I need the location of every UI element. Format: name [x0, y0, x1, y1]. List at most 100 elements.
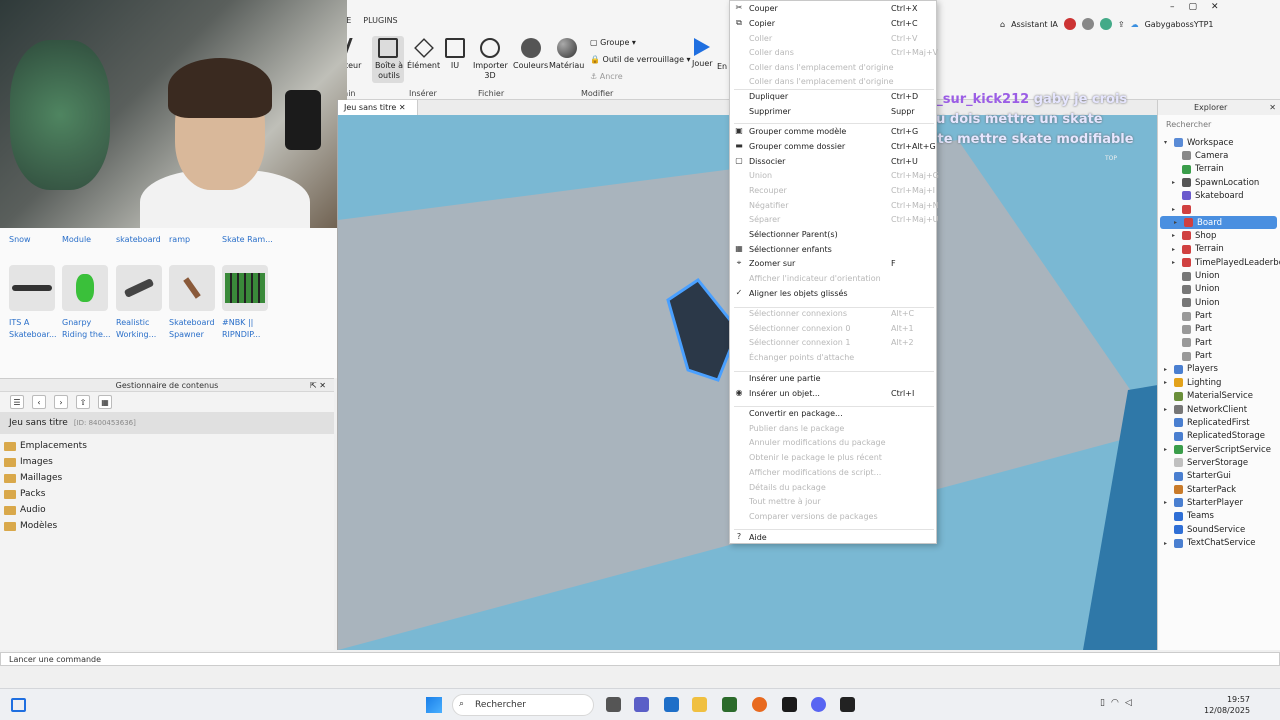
asset-item[interactable]: skateboard	[116, 234, 170, 246]
tree-item[interactable]: Part	[1158, 310, 1280, 323]
game-name[interactable]: Jeu sans titre	[9, 418, 68, 428]
context-menu-item[interactable]: ▢ Dissocier Ctrl+U	[730, 154, 936, 168]
tree-item[interactable]: Union	[1158, 283, 1280, 296]
tree-item[interactable]: Part	[1158, 323, 1280, 336]
discord-icon[interactable]	[811, 697, 826, 712]
popout-icon[interactable]: ⇱	[310, 381, 317, 390]
ui-button[interactable]: IU	[445, 38, 465, 70]
expand-arrow-icon[interactable]: ▸	[1164, 446, 1167, 453]
tab-plugins[interactable]: PLUGINS	[363, 16, 397, 25]
tree-item[interactable]: ReplicatedStorage	[1158, 430, 1280, 443]
play-button[interactable]: Jouer	[692, 38, 713, 68]
context-menu-item[interactable]: ▦ Sélectionner enfants	[730, 242, 936, 256]
asset-item[interactable]: Realistic Working...	[116, 265, 170, 341]
colors-button[interactable]: Couleurs	[513, 38, 548, 70]
expand-arrow-icon[interactable]: ▸	[1164, 379, 1167, 386]
tree-item[interactable]: ▸	[1158, 203, 1280, 216]
avatar[interactable]	[1081, 18, 1094, 30]
share-icon[interactable]: ⇪	[1118, 20, 1125, 29]
forward-icon[interactable]: ›	[54, 395, 68, 409]
maximize-icon[interactable]: ▢	[1189, 2, 1212, 12]
tree-item[interactable]: ▸ Players	[1158, 363, 1280, 376]
expand-arrow-icon[interactable]: ▸	[1164, 366, 1167, 373]
upload-icon[interactable]: ⇧	[76, 395, 90, 409]
expand-arrow-icon[interactable]: ▸	[1164, 499, 1167, 506]
context-menu-item[interactable]: ▬ Grouper comme dossier Ctrl+Alt+G	[730, 139, 936, 153]
back-icon[interactable]: ‹	[32, 395, 46, 409]
list-item[interactable]: Audio	[0, 502, 334, 518]
tree-item[interactable]: Camera	[1158, 149, 1280, 162]
context-menu-item[interactable]: ⧉ Copier Ctrl+C	[730, 16, 936, 30]
tree-item[interactable]: ▾ Workspace	[1158, 136, 1280, 149]
app-icon[interactable]	[722, 697, 737, 712]
expand-arrow-icon[interactable]: ▸	[1172, 246, 1175, 253]
context-menu-item[interactable]: Sélectionner Parent(s)	[730, 227, 936, 241]
firefox-icon[interactable]	[752, 697, 767, 712]
avatar[interactable]	[1063, 18, 1076, 30]
wifi-icon[interactable]: ◠	[1111, 698, 1125, 708]
close-icon[interactable]: ✕	[399, 103, 406, 112]
expand-arrow-icon[interactable]: ▸	[1164, 540, 1167, 547]
cloud-icon[interactable]: ☁	[1131, 20, 1139, 29]
context-menu-item[interactable]: Dupliquer Ctrl+D	[730, 89, 936, 103]
app-icon[interactable]	[664, 697, 679, 712]
context-menu-item[interactable]: ? Aide	[730, 530, 936, 544]
anchor-button[interactable]: ⚓ Ancre	[590, 72, 623, 81]
tree-item[interactable]: Union	[1158, 296, 1280, 309]
tree-item[interactable]: Union	[1158, 270, 1280, 283]
asset-item[interactable]: Module	[62, 234, 116, 246]
asset-item[interactable]: Skateboard Spawner	[169, 265, 223, 341]
taskbar-search[interactable]: ⌕ Rechercher	[452, 694, 594, 716]
app-icon[interactable]	[782, 697, 797, 712]
tree-item[interactable]: ▸ Lighting	[1158, 376, 1280, 389]
material-button[interactable]: Matériau	[549, 38, 584, 70]
menu-icon[interactable]: ☰	[10, 395, 24, 409]
command-input[interactable]: Lancer une commande	[0, 652, 1280, 666]
tree-item[interactable]: ▸ TimePlayedLeaderbo	[1158, 256, 1280, 269]
viewport-tab[interactable]: Jeu sans titre ✕	[338, 100, 418, 115]
tree-item[interactable]: Terrain	[1158, 163, 1280, 176]
tree-item[interactable]: Skateboard	[1158, 189, 1280, 202]
tree-item[interactable]: SoundService	[1158, 523, 1280, 536]
list-item[interactable]: Modèles	[0, 518, 334, 534]
expand-arrow-icon[interactable]: ▸	[1172, 232, 1175, 239]
expand-arrow-icon[interactable]: ▸	[1172, 259, 1175, 266]
context-menu-item[interactable]: ✂ Couper Ctrl+X	[730, 1, 936, 15]
asset-item[interactable]: ITS A Skateboar...	[9, 265, 63, 341]
tree-item[interactable]: ServerStorage	[1158, 456, 1280, 469]
close-icon[interactable]: ✕	[1211, 2, 1233, 12]
grid-view-icon[interactable]: ▦	[98, 395, 112, 409]
list-item[interactable]: Maillages	[0, 470, 334, 486]
asset-item[interactable]: Snow	[9, 234, 63, 246]
tree-item[interactable]: MaterialService	[1158, 390, 1280, 403]
element-button[interactable]: Élément	[407, 38, 440, 70]
lock-tool-dropdown[interactable]: 🔒 Outil de verrouillage ▾	[590, 55, 691, 64]
battery-icon[interactable]: ▯	[1100, 698, 1111, 708]
tree-item[interactable]: StarterGui	[1158, 470, 1280, 483]
context-menu-item[interactable]: Insérer une partie	[730, 371, 936, 385]
context-menu-item[interactable]: ▣ Grouper comme modèle Ctrl+G	[730, 124, 936, 138]
expand-arrow-icon[interactable]: ▸	[1172, 179, 1175, 186]
expand-arrow-icon[interactable]: ▸	[1164, 406, 1167, 413]
asset-item[interactable]: #NBK || RIPNDIP...	[222, 265, 276, 341]
close-icon[interactable]: ✕	[1269, 103, 1276, 112]
context-menu-item[interactable]: Convertir en package...	[730, 406, 936, 420]
expand-arrow-icon[interactable]: ▾	[1164, 139, 1167, 146]
view-cube[interactable]: TOP	[1105, 155, 1117, 162]
list-item[interactable]: Packs	[0, 486, 334, 502]
windows-start-icon[interactable]	[426, 697, 442, 713]
home-icon[interactable]: ⌂	[1000, 20, 1005, 29]
asset-item[interactable]: Skate Ram...	[222, 234, 276, 246]
toolbox-button[interactable]: Boîte à outils	[372, 36, 404, 83]
list-item[interactable]: Emplacements	[0, 438, 334, 454]
teams-icon[interactable]	[634, 697, 649, 712]
tree-item[interactable]: ▸ Terrain	[1158, 243, 1280, 256]
clock[interactable]: 19:57 12/08/2025	[1204, 694, 1250, 716]
tree-item[interactable]: ▸ SpawnLocation	[1158, 176, 1280, 189]
minimize-icon[interactable]: –	[1170, 2, 1189, 12]
task-view-icon[interactable]	[606, 697, 621, 712]
assistant-ai-button[interactable]: Assistant IA	[1011, 20, 1058, 29]
tree-item[interactable]: ▸ Shop	[1158, 229, 1280, 242]
list-item[interactable]: Images	[0, 454, 334, 470]
close-icon[interactable]: ✕	[319, 381, 326, 390]
